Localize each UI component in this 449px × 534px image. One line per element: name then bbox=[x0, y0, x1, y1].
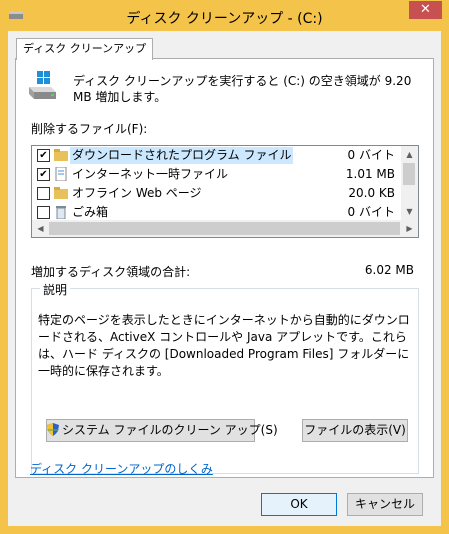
cancel-button[interactable]: キャンセル bbox=[347, 493, 423, 516]
file-checkbox[interactable] bbox=[37, 187, 50, 200]
client-area: ディスク クリーンアップ ディスク クリーンアップを実行すると (C:) の空き… bbox=[8, 31, 441, 526]
how-cleanup-works-link[interactable]: ディスク クリーンアップのしくみ bbox=[30, 460, 213, 477]
window-title: ディスク クリーンアップ - (C:) bbox=[126, 11, 323, 27]
file-row[interactable]: ✔ ダウンロードされたプログラム ファイル 0 バイト bbox=[32, 146, 401, 165]
folder-icon bbox=[54, 148, 68, 162]
close-button[interactable]: ✕ bbox=[409, 1, 442, 19]
file-name: ダウンロードされたプログラム ファイル bbox=[70, 147, 294, 164]
file-name: インターネット一時ファイル bbox=[72, 167, 229, 181]
file-size: 1.01 MB bbox=[345, 167, 395, 181]
summary-text: ディスク クリーンアップを実行すると (C:) の空き領域が 9.20 MB 増… bbox=[73, 74, 412, 104]
file-size: 0 バイト bbox=[347, 205, 395, 219]
files-to-delete-label: 削除するファイル(F): bbox=[31, 122, 148, 136]
description-text: 特定のページを表示したときにインターネットから自動的にダウンロードされる、Act… bbox=[38, 313, 410, 378]
view-files-button[interactable]: ファイルの表示(V) bbox=[302, 419, 408, 442]
vertical-scroll-thumb[interactable] bbox=[403, 163, 415, 185]
description-group: 説明 特定のページを表示したときにインターネットから自動的にダウンロードされる、… bbox=[31, 281, 419, 474]
files-listbox[interactable]: ✔ ダウンロードされたプログラム ファイル 0 バイト ✔ インターネット一時ファイル 1… bbox=[31, 145, 419, 238]
system-cleanup-button-label: システム ファイルのクリーン アップ(S) bbox=[62, 423, 278, 437]
vertical-scrollbar[interactable]: ▲ ▼ bbox=[401, 146, 418, 220]
description-label: 説明 bbox=[40, 281, 71, 298]
file-checkbox[interactable]: ✔ bbox=[37, 149, 50, 162]
total-space-label: 増加するディスク領域の合計: bbox=[31, 265, 191, 279]
scroll-left-icon[interactable]: ◀ bbox=[32, 220, 49, 237]
file-size: 0 バイト bbox=[347, 148, 395, 162]
document-icon bbox=[54, 166, 68, 182]
drive-icon bbox=[29, 71, 56, 99]
tab-panel: ディスク クリーンアップを実行すると (C:) の空き領域が 9.20 MB 増… bbox=[15, 58, 434, 478]
file-name: オフライン Web ページ bbox=[72, 186, 202, 200]
recycle-bin-icon bbox=[54, 205, 68, 220]
file-checkbox[interactable]: ✔ bbox=[37, 168, 50, 181]
scroll-up-icon[interactable]: ▲ bbox=[401, 146, 418, 163]
scroll-down-icon[interactable]: ▼ bbox=[401, 203, 418, 220]
uac-shield-icon bbox=[47, 423, 59, 436]
horizontal-scrollbar[interactable]: ◀ ▶ bbox=[32, 220, 418, 237]
tab-disk-cleanup[interactable]: ディスク クリーンアップ bbox=[16, 38, 154, 60]
dialog-window: ディスク クリーンアップ - (C:) ✕ ディスク クリーンアップ ディスク … bbox=[0, 0, 449, 534]
ok-button[interactable]: OK bbox=[261, 493, 337, 516]
file-checkbox[interactable] bbox=[37, 206, 50, 219]
file-row[interactable]: オフライン Web ページ 20.0 KB bbox=[32, 184, 401, 203]
file-row[interactable]: ✔ インターネット一時ファイル 1.01 MB bbox=[32, 165, 401, 184]
file-name: ごみ箱 bbox=[72, 205, 109, 219]
system-cleanup-button[interactable]: システム ファイルのクリーン アップ(S) bbox=[46, 419, 278, 442]
title-bar[interactable]: ディスク クリーンアップ - (C:) ✕ bbox=[0, 0, 449, 31]
horizontal-scroll-thumb[interactable] bbox=[49, 222, 400, 235]
file-size: 20.0 KB bbox=[348, 186, 395, 200]
folder-icon bbox=[54, 186, 68, 200]
total-space-value: 6.02 MB bbox=[364, 263, 414, 277]
scroll-right-icon[interactable]: ▶ bbox=[401, 220, 418, 237]
